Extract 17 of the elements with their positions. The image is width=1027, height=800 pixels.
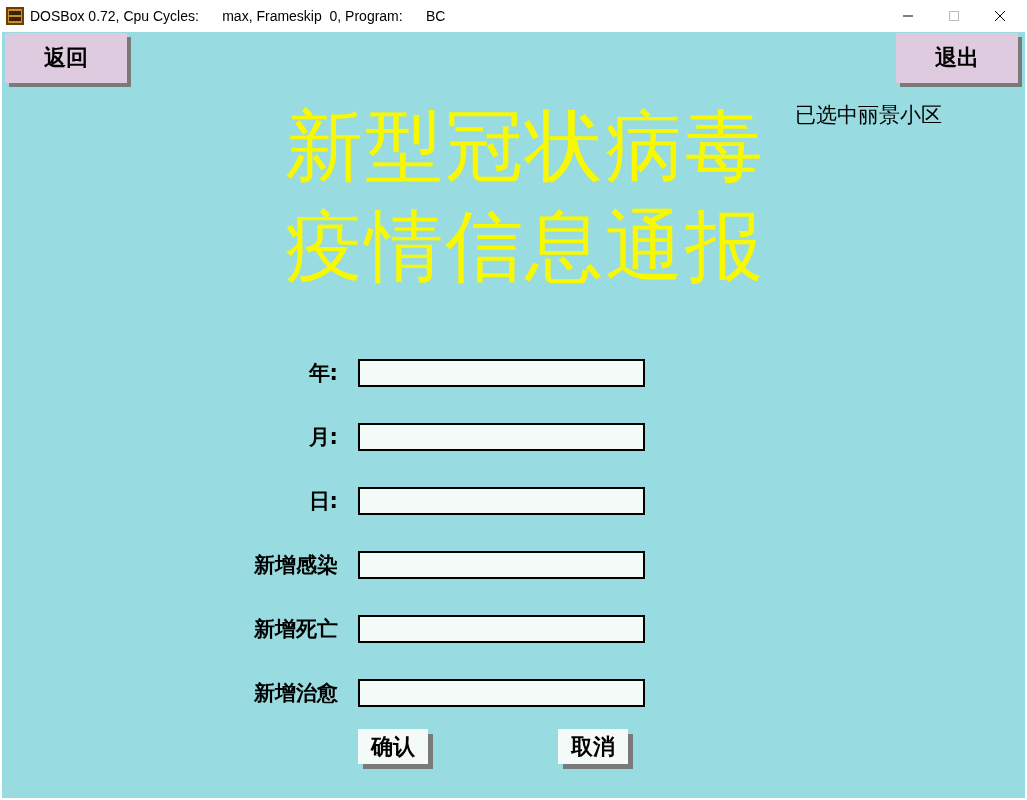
input-field[interactable]	[358, 551, 645, 579]
headline-text: 新型冠状病毒	[285, 100, 765, 193]
input-field[interactable]	[358, 615, 645, 643]
input-field[interactable]	[358, 679, 645, 707]
input-field[interactable]	[358, 359, 645, 387]
field-label: 新增治愈	[253, 680, 339, 707]
input-field[interactable]	[358, 487, 645, 515]
field-label: 日:	[307, 488, 339, 515]
field-label: 月:	[307, 424, 339, 451]
selection-text: 已选中丽景小区	[795, 102, 942, 129]
field-label: 新增死亡	[253, 616, 339, 643]
field-label: 新增感染	[253, 552, 339, 579]
field-label: 年:	[307, 360, 339, 387]
headline-text: 疫情信息通报	[285, 200, 765, 293]
dosbox-icon	[6, 7, 24, 25]
input-field[interactable]	[358, 423, 645, 451]
window-title: DOSBox 0.72, Cpu Cycles: max, Frameskip 0, Program: BC	[30, 8, 447, 24]
